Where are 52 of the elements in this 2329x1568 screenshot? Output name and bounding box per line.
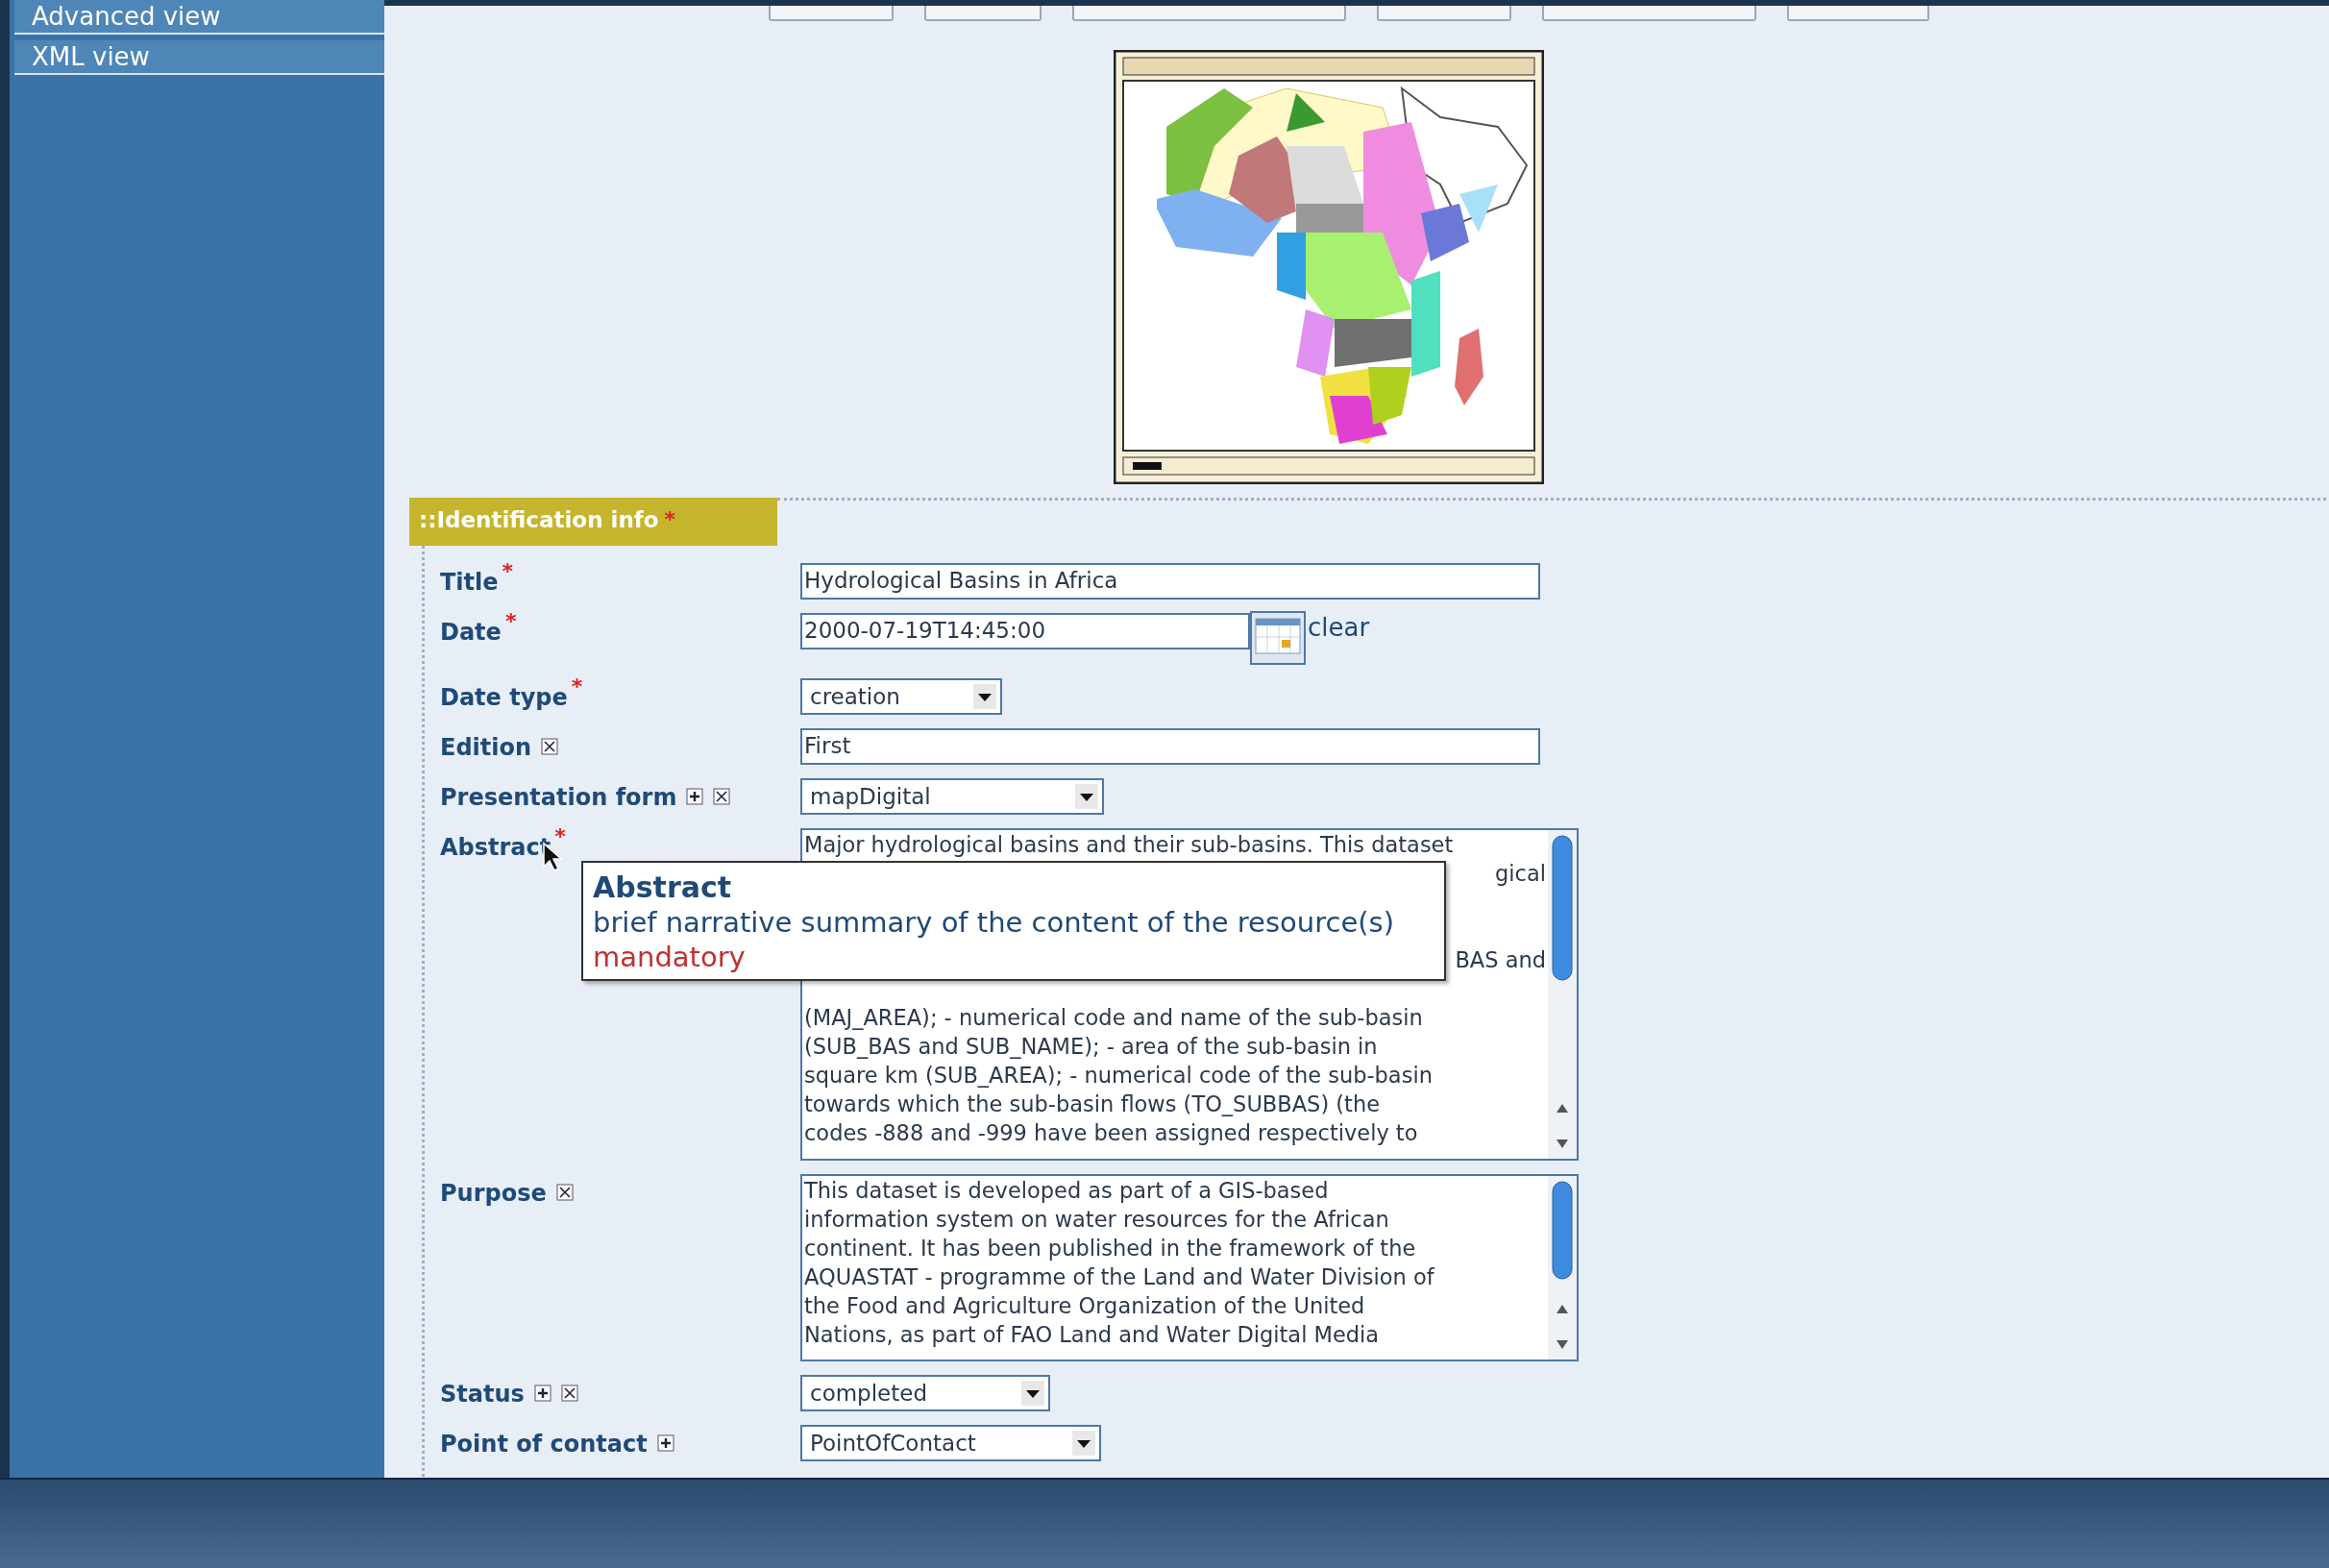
clear-link[interactable]: clear [1308,613,1370,642]
calendar-icon[interactable] [1250,611,1306,665]
field-label: Abstract [440,834,552,861]
section-header: ::Identification info * [409,498,777,546]
sidebar-item[interactable]: XML view [14,40,384,75]
field-label: Status [440,1381,525,1408]
text-line: gical [1494,860,1546,888]
remove-icon[interactable] [541,738,559,755]
scrollbar[interactable] [1548,830,1577,1159]
text-line: towards which the sub-basin flows (TO_SUBBAS) (the [804,1090,1382,1118]
required-mark: * [504,609,517,633]
field-label: Purpose [440,1180,547,1207]
text-line: continent. It has been published in the framework of the [804,1235,1417,1262]
field-label: Date type [440,684,568,711]
field-label: Title [440,569,499,596]
text-line: Major hydrological basins and their sub-basins. This dataset [804,831,1455,859]
add-icon[interactable] [656,1434,674,1452]
dropdown[interactable]: mapDigital [800,778,1104,815]
text-field[interactable]: Hydrological Basins in Africa [800,563,1540,600]
field-label: Date [440,619,502,646]
sidebar-item[interactable]: Advanced view [14,0,384,35]
text-line: information system on water resources for the African [804,1206,1390,1234]
tooltip-title: Abstract [593,870,733,904]
scrollbar[interactable] [1548,1176,1577,1360]
add-icon[interactable] [686,788,704,805]
remove-icon[interactable] [713,788,731,805]
field-label: Point of contact [440,1431,648,1458]
remove-icon[interactable] [555,1184,574,1201]
required-mark: * [502,559,514,583]
text-line: (MAJ_AREA); - numerical code and name of the sub-basin [804,1004,1424,1032]
remove-icon[interactable] [560,1384,578,1402]
text-line: Nations, as part of FAO Land and Water Digital Media [804,1321,1381,1349]
text-line: the Food and Agriculture Organization of the United [804,1292,1366,1320]
field-label: Presentation form [440,784,677,811]
text-line: (SUB_BAS and SUB_NAME); - area of the sub-basin in [804,1033,1379,1061]
tooltip-description: brief narrative summary of the content of the resource(s) [593,906,1395,939]
text-field[interactable]: First [800,728,1540,765]
required-mark: * [554,824,566,848]
text-line: square km (SUB_AREA); - numerical code of the sub-basin [804,1062,1434,1090]
text-line: BAS and [1454,946,1546,974]
field-label: Edition [440,734,532,761]
text-line: This dataset is developed as part of a GIS-based [804,1177,1330,1205]
dropdown[interactable]: creation [800,678,1002,715]
text-line: AQUASTAT - programme of the Land and Water Division of [804,1263,1435,1291]
text-area[interactable] [800,1174,1579,1361]
text-line: codes -888 and -999 have been assigned respectively to [804,1119,1419,1147]
required-mark: * [571,674,583,698]
dropdown[interactable]: completed [800,1375,1050,1411]
add-icon[interactable] [533,1384,552,1402]
date-field[interactable]: 2000-07-19T14:45:00 [800,613,1250,649]
tooltip-note: mandatory [593,941,747,973]
dropdown[interactable]: PointOfContact [800,1425,1101,1461]
